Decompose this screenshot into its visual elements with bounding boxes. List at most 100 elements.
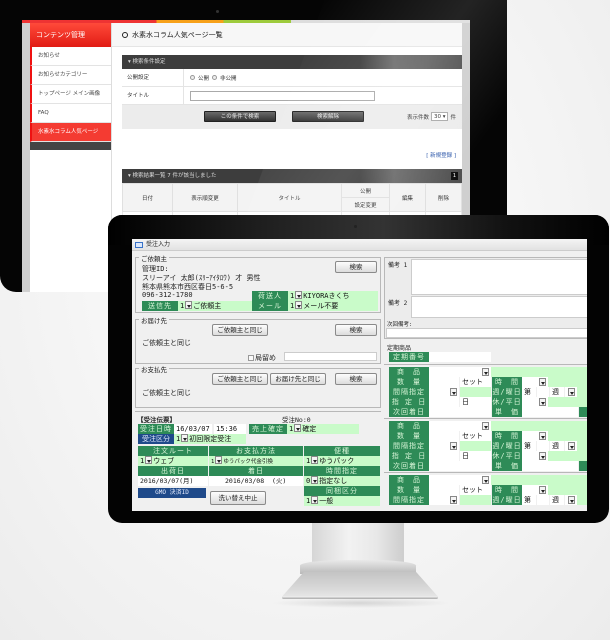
dropdown-arrow-icon[interactable] [295, 291, 303, 299]
dropdown-arrow-icon[interactable] [311, 476, 319, 484]
date-label: 指 定 日 [389, 451, 429, 461]
memo2-input[interactable] [411, 296, 587, 318]
order-slip: 【受注伝票】 受注No:0 受注日時 16/03/07 15:36 売上確定 1… [135, 411, 381, 511]
sales-confirm-field[interactable]: 1 確定 [287, 424, 359, 434]
dropdown-arrow-icon[interactable] [450, 388, 457, 396]
quantity-input[interactable] [429, 485, 459, 495]
quantity-label: 数 量 [389, 377, 429, 387]
product-select[interactable] [429, 475, 491, 485]
sidebar-item-news-category[interactable]: お知らせカテゴリー [30, 66, 111, 85]
per-page-select[interactable]: 30 ▾ [430, 112, 449, 121]
dropdown-arrow-icon[interactable] [539, 452, 546, 460]
search-button[interactable]: この条件で検索 [204, 111, 276, 122]
order-date[interactable]: 16/03/07 [174, 424, 212, 434]
delivery-search-button[interactable]: 検索 [335, 324, 377, 336]
search-actions: この条件で検索 検索解除 表示件数 30 ▾ 件 [122, 105, 462, 129]
dropdown-arrow-icon[interactable] [311, 456, 319, 464]
dropdown-arrow-icon[interactable] [295, 301, 303, 309]
hold-input[interactable] [284, 352, 377, 361]
dropdown-arrow-icon[interactable] [539, 486, 546, 494]
quantity-input[interactable] [429, 431, 459, 441]
title-input[interactable] [190, 90, 375, 101]
product-select[interactable] [429, 367, 491, 377]
sender-field[interactable]: 1 KIYORAきくち [288, 291, 378, 301]
time-select[interactable] [522, 485, 548, 495]
hold-checkbox[interactable] [248, 355, 254, 361]
sidebar-item-news[interactable]: お知らせ [30, 47, 111, 66]
wash-stop-button[interactable]: 洗い替え中止 [210, 491, 266, 505]
weekday-select[interactable] [565, 441, 577, 451]
time-select[interactable] [522, 431, 548, 441]
sidebar-item-column-popular[interactable]: 水素水コラム人気ページ [30, 123, 111, 142]
radio-private[interactable] [212, 75, 218, 80]
time-select[interactable] [522, 377, 548, 387]
radio-public[interactable] [190, 75, 195, 80]
dropdown-arrow-icon[interactable] [539, 398, 546, 406]
dropdown-arrow-icon[interactable] [215, 456, 223, 464]
arrive-date-field[interactable]: 2016/03/08 (火) [209, 476, 303, 486]
dropdown-arrow-icon[interactable] [185, 301, 193, 309]
dropdown-arrow-icon[interactable] [482, 422, 489, 430]
subscription-section: 定期商品 定期番号 商 品数 量セット時 間間隔指定 週/曜日第週指 定 日日休/… [384, 343, 587, 511]
time-spec-field[interactable]: 0 指定なし [304, 476, 380, 486]
next-date-input[interactable] [429, 407, 491, 417]
sidebar-divider [30, 142, 111, 150]
payer-same-as-client-button[interactable]: ご依頼主と同じ [212, 373, 268, 385]
delivery-same-as-client-button[interactable]: ご依頼主と同じ [212, 324, 268, 336]
holiday-select[interactable] [522, 451, 548, 461]
interval-select[interactable] [429, 387, 459, 397]
hold-at-post-office[interactable]: 局留め [248, 353, 276, 363]
payer-search-button[interactable]: 検索 [335, 373, 377, 385]
mail-field[interactable]: 1 メール不要 [288, 301, 378, 311]
quantity-input[interactable] [429, 377, 459, 387]
payment-field[interactable]: 1 ゆうパック代金引換 [209, 456, 303, 466]
results-count-text: 検索結果一覧 7 件が該当しました [132, 173, 217, 179]
holiday-select[interactable] [522, 397, 548, 407]
price-input[interactable] [522, 407, 578, 417]
dropdown-arrow-icon[interactable] [450, 442, 457, 450]
clear-search-button[interactable]: 検索解除 [292, 111, 364, 122]
client-search-button[interactable]: 検索 [335, 261, 377, 273]
order-type-field[interactable]: 1 初回限定受注 [174, 434, 246, 444]
week-input[interactable] [537, 441, 549, 451]
payer-same-as-delivery-button[interactable]: お届け先と同じ [270, 373, 326, 385]
date-input[interactable] [429, 451, 459, 461]
dropdown-arrow-icon[interactable] [568, 388, 575, 396]
dropdown-arrow-icon[interactable] [539, 378, 546, 386]
weekday-select[interactable] [565, 495, 577, 505]
dropdown-arrow-icon[interactable] [568, 496, 575, 504]
route-field[interactable]: 1 ウェブ [138, 456, 208, 466]
order-time[interactable]: 15:36 [214, 424, 246, 434]
dropdown-arrow-icon[interactable] [450, 496, 457, 504]
bundle-field[interactable]: 1 一般 [304, 496, 380, 506]
dropdown-arrow-icon[interactable] [539, 432, 546, 440]
week-input[interactable] [537, 387, 549, 397]
sidebar-item-faq[interactable]: FAQ [30, 104, 111, 123]
week-input[interactable] [537, 495, 549, 505]
send-to-field[interactable]: 1 ご依頼主 [178, 301, 252, 311]
date-input[interactable] [429, 397, 459, 407]
dropdown-arrow-icon[interactable] [482, 476, 489, 484]
new-entry-link[interactable]: [ 新規登録 ] [426, 151, 456, 159]
next-date-input[interactable] [429, 461, 491, 471]
interval-select[interactable] [429, 495, 459, 505]
dropdown-arrow-icon[interactable] [482, 368, 489, 376]
dropdown-arrow-icon[interactable] [311, 496, 319, 504]
carrier-field[interactable]: 1 ゆうパック [304, 456, 380, 466]
dropdown-arrow-icon[interactable] [181, 434, 189, 442]
ship-date-value[interactable]: 2016/03/07(月) [138, 476, 208, 486]
dropdown-arrow-icon[interactable] [145, 456, 153, 464]
subscription-number-input[interactable] [429, 352, 491, 362]
next-memo-input[interactable] [386, 328, 587, 338]
interval-select[interactable] [429, 441, 459, 451]
dropdown-arrow-icon[interactable] [568, 442, 575, 450]
product-select[interactable] [429, 421, 491, 431]
page-number[interactable]: 1 [451, 172, 458, 180]
search-panel-header[interactable]: ▾ 検索条件設定 [122, 55, 462, 69]
sidebar-item-top-image[interactable]: トップページ メイン画像 [30, 85, 111, 104]
price-input[interactable] [522, 461, 578, 471]
delivery-group-title: お届け先 [139, 315, 169, 325]
memo1-input[interactable] [411, 259, 587, 295]
dropdown-arrow-icon[interactable] [294, 424, 302, 432]
weekday-select[interactable] [565, 387, 577, 397]
